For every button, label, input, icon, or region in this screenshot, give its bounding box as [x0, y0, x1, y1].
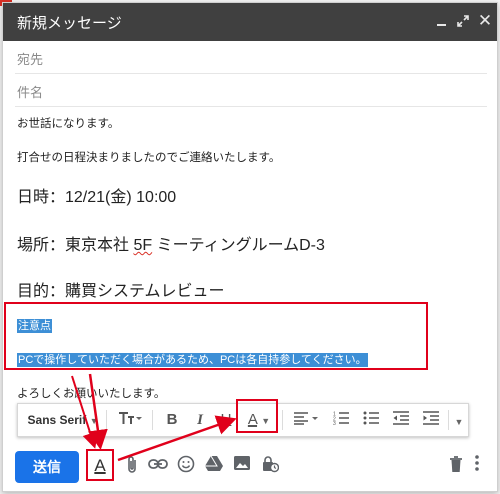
body-date-line: 日時：12/21(金) 10:00: [17, 189, 177, 206]
bulleted-list-icon: [363, 411, 379, 425]
minimize-icon[interactable]: [433, 13, 449, 29]
place-prefix: 場所：東京本社: [17, 237, 134, 254]
body-greeting: お世話になります。: [17, 118, 120, 130]
indent-less-icon: [393, 411, 409, 425]
more-options-icon[interactable]: [469, 455, 485, 477]
bulleted-list-button[interactable]: [358, 404, 384, 436]
close-icon[interactable]: ✕: [477, 12, 493, 29]
body-place-line: 場所：東京本社 5F ミーティングルームD-3: [17, 231, 325, 255]
align-left-icon: [294, 412, 318, 425]
subject-placeholder: 件名: [17, 85, 44, 100]
drive-icon[interactable]: [203, 455, 225, 477]
indent-more-button[interactable]: [418, 404, 444, 436]
underline-button[interactable]: U: [216, 404, 236, 436]
italic-button[interactable]: I: [188, 404, 212, 436]
compose-bottom-bar: 送信 A: [3, 447, 497, 491]
send-button[interactable]: 送信: [15, 451, 79, 483]
annotation-selected-text-box: [4, 302, 428, 370]
font-family-select[interactable]: Sans Serif ▼: [24, 404, 102, 436]
attach-icon[interactable]: [121, 455, 143, 477]
font-size-button[interactable]: [114, 404, 146, 436]
trash-icon[interactable]: [445, 455, 467, 477]
indent-more-icon: [423, 411, 439, 425]
bold-button[interactable]: B: [160, 404, 184, 436]
svg-text:3: 3: [333, 421, 336, 425]
body-purpose-line: 目的：購買システムレビュー: [17, 283, 225, 300]
link-icon[interactable]: [147, 455, 169, 477]
annotation-text-color-box: [236, 399, 278, 433]
photo-icon[interactable]: [231, 455, 253, 477]
more-formatting-icon[interactable]: ▼: [450, 404, 468, 436]
subject-field[interactable]: 件名: [15, 74, 487, 107]
toolbar-divider: [152, 410, 153, 430]
body-intro: 打合せの日程決まりましたのでご連絡いたします。: [17, 152, 281, 164]
to-placeholder: 宛先: [17, 52, 44, 67]
confidential-icon[interactable]: [259, 455, 281, 477]
compose-title: 新規メッセージ: [17, 15, 122, 32]
chevron-down-icon: ▼: [89, 416, 99, 426]
text-size-icon: [119, 412, 142, 424]
place-suffix: ミーティングルームD-3: [152, 237, 325, 254]
expand-icon[interactable]: [455, 13, 471, 29]
place-floor: 5F: [133, 237, 153, 254]
font-family-label: Sans Serif: [27, 413, 87, 427]
numbered-list-button[interactable]: 1 2 3: [328, 404, 354, 436]
to-field[interactable]: 宛先: [15, 41, 487, 74]
emoji-icon[interactable]: [175, 455, 197, 477]
numbered-list-icon: 1 2 3: [333, 412, 349, 427]
toolbar-divider: [448, 410, 449, 430]
toolbar-divider: [282, 410, 283, 430]
indent-less-button[interactable]: [388, 404, 414, 436]
toolbar-divider: [106, 410, 107, 430]
compose-header[interactable]: 新規メッセージ ✕: [3, 3, 497, 41]
body-closing: よろしくお願いいたします。: [17, 388, 166, 400]
annotation-format-toggle-box: [86, 449, 114, 481]
align-button[interactable]: [288, 404, 324, 436]
